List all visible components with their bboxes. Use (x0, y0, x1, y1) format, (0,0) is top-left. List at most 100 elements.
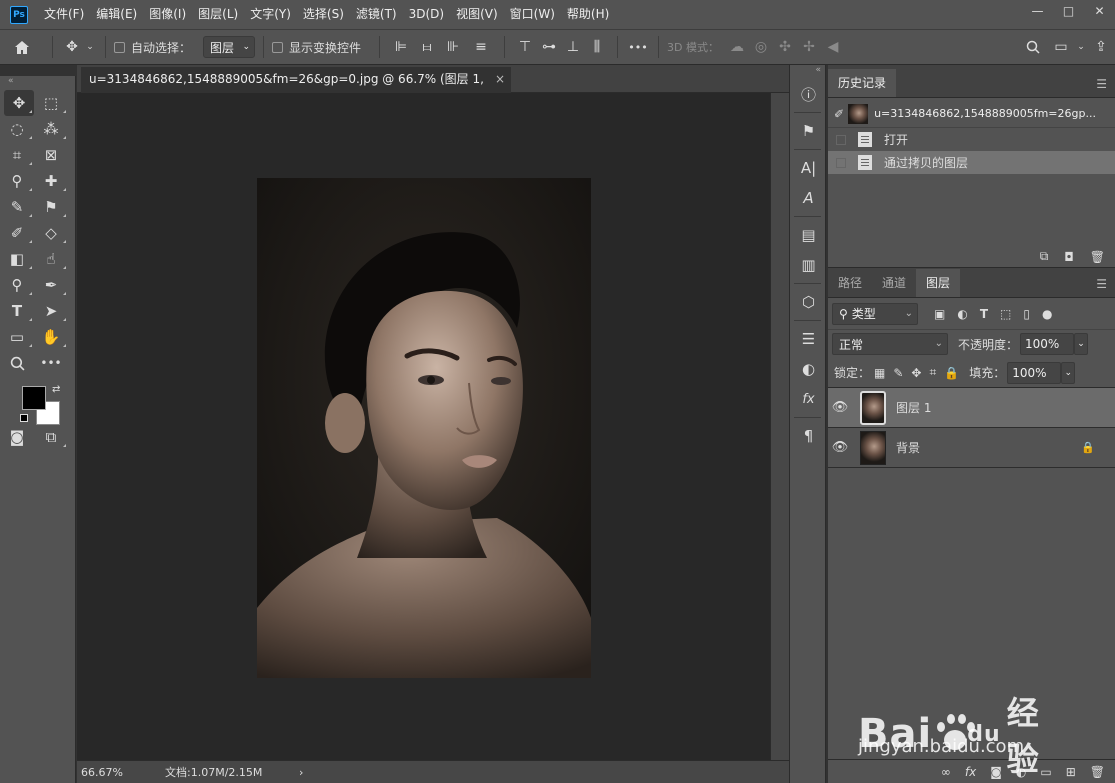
menu-edit[interactable]: 编辑(E) (90, 0, 143, 29)
layer-name[interactable]: 背景 (896, 439, 920, 456)
close-tab-icon[interactable]: × (495, 67, 505, 91)
brush-tool-icon[interactable]: ✎ (0, 194, 34, 220)
adjustments-icon[interactable]: ☰ (790, 324, 827, 354)
trash-icon[interactable]: 🗑 (1090, 765, 1105, 779)
tab-channels[interactable]: 通道 (872, 269, 916, 297)
pen-tool-icon[interactable]: ✒ (34, 272, 68, 298)
tab-layers[interactable]: 图层 (916, 269, 961, 297)
menu-select[interactable]: 选择(S) (297, 0, 350, 29)
healing-brush-icon[interactable]: ✚ (34, 168, 68, 194)
fill-dropdown[interactable]: ⌄ (1061, 361, 1076, 384)
auto-select-checkbox[interactable] (114, 41, 125, 53)
menu-3d[interactable]: 3D(D) (403, 0, 450, 29)
history-item-selected[interactable]: 通过拷贝的图层 (828, 151, 1115, 174)
magic-wand-icon[interactable]: ⁂ (34, 116, 68, 142)
panel-menu-icon[interactable]: ☰ (1096, 277, 1107, 291)
menu-file[interactable]: 文件(F) (38, 0, 90, 29)
eyedropper-icon[interactable]: ⚲ (0, 168, 34, 194)
character-icon[interactable]: A| (790, 153, 827, 183)
show-transform-checkbox[interactable] (272, 41, 284, 53)
tab-paths[interactable]: 路径 (828, 269, 872, 297)
glyphs-icon[interactable]: A (790, 183, 827, 213)
new-layer-icon[interactable]: ⊞ (1066, 765, 1076, 779)
fill-field[interactable]: 100% (1007, 361, 1062, 384)
menu-layer[interactable]: 图层(L) (192, 0, 244, 29)
home-icon[interactable] (0, 40, 44, 55)
edit-toolbar-icon[interactable]: ••• (34, 350, 68, 376)
close-window-button[interactable]: ✕ (1084, 0, 1115, 22)
new-document-from-state-icon[interactable]: ⧉ (1040, 249, 1049, 264)
frame-tool-icon[interactable]: ⊠ (34, 142, 68, 168)
align-center-icon[interactable]: ⧦ (414, 39, 440, 55)
layer-row[interactable]: 👁 图层 1 (828, 388, 1115, 428)
drag-3d-icon[interactable]: ✣ (773, 39, 797, 55)
path-selection-icon[interactable]: ➤ (34, 298, 68, 324)
vertical-scrollbar[interactable] (770, 93, 789, 760)
roll-3d-icon[interactable]: ◎ (749, 39, 773, 55)
align-left-icon[interactable]: ⊫ (388, 39, 414, 55)
gradient-tool-icon[interactable]: ◧ (0, 246, 34, 272)
paragraph-icon[interactable]: ¶ (790, 421, 827, 451)
hand-tool-icon[interactable]: ✋ (34, 324, 68, 350)
type-tool-icon[interactable]: T (0, 298, 34, 324)
distribute-icon[interactable]: ≡ (466, 39, 496, 55)
history-snapshot[interactable]: ✐ u=3134846862,1548889005fm=26gp... (828, 100, 1115, 128)
align-top-icon[interactable]: ⊤ (513, 39, 537, 55)
marquee-tool-icon[interactable]: ⬚ (34, 90, 68, 116)
eye-icon[interactable]: 👁 (828, 440, 852, 455)
menu-view[interactable]: 视图(V) (450, 0, 504, 29)
lasso-tool-icon[interactable]: ◌ (0, 116, 34, 142)
history-item[interactable]: 打开 (828, 128, 1115, 151)
move-tool-icon[interactable]: ✥ (4, 90, 34, 116)
opacity-dropdown[interactable]: ⌄ (1074, 333, 1089, 355)
swap-colors-icon[interactable]: ⇄ (52, 384, 60, 395)
search-icon[interactable] (1019, 40, 1047, 54)
menu-image[interactable]: 图像(I) (143, 0, 192, 29)
eye-icon[interactable]: 👁 (828, 400, 852, 415)
clone-stamp-icon[interactable]: ⚑ (34, 194, 68, 220)
layer-row[interactable]: 👁 背景 🔒 (828, 428, 1115, 468)
dock-collapse-icon[interactable]: « (790, 65, 825, 79)
zoom-tool-icon[interactable] (0, 350, 34, 376)
history-brush-icon[interactable]: ✐ (0, 220, 34, 246)
foreground-color-swatch[interactable] (22, 386, 46, 410)
layer-filter-dropdown[interactable]: ⚲ 类型 ⌄ (832, 302, 918, 325)
camera-3d-icon[interactable]: ◀ (821, 39, 845, 55)
dodge-tool-icon[interactable]: ⚲ (0, 272, 34, 298)
slide-3d-icon[interactable]: ✢ (797, 39, 821, 55)
blend-mode-dropdown[interactable]: 正常 ⌄ (832, 333, 948, 355)
menu-type[interactable]: 文字(Y) (244, 0, 297, 29)
filter-shape-icon[interactable]: ⬚ (1000, 307, 1011, 321)
default-colors-icon[interactable] (20, 414, 28, 422)
camera-icon[interactable]: ◘ (1064, 250, 1074, 264)
screen-mode-icon[interactable]: ⧉ (34, 424, 68, 450)
minimize-button[interactable]: — (1022, 0, 1053, 22)
smudge-tool-icon[interactable]: ☝ (34, 246, 68, 272)
lock-transparent-icon[interactable]: ▦ (874, 366, 885, 380)
align-right-icon[interactable]: ⊪ (440, 39, 466, 55)
chevron-down-icon[interactable]: ⌄ (1075, 42, 1087, 52)
auto-select-dropdown[interactable]: 图层 ⌄ (203, 36, 256, 58)
status-menu-arrow[interactable]: › (299, 766, 303, 779)
rectangle-tool-icon[interactable]: ▭ (0, 324, 34, 350)
tab-history[interactable]: 历史记录 (828, 69, 897, 97)
align-middle-icon[interactable]: ⊶ (537, 39, 561, 55)
document-tab[interactable]: u=3134846862,1548889005&fm=26&gp=0.jpg @… (81, 67, 511, 110)
info-icon[interactable]: ⓘ (790, 79, 827, 109)
distribute-vertical-icon[interactable]: ⫼ (585, 39, 609, 55)
styles-icon[interactable]: fx (790, 384, 827, 414)
color-icon[interactable]: ◐ (790, 354, 827, 384)
zoom-level[interactable]: 66.67% (81, 766, 141, 779)
panel-menu-icon[interactable]: ☰ (1096, 77, 1107, 91)
filter-toggle-icon[interactable]: ● (1042, 307, 1052, 321)
chevron-down-icon[interactable]: ⌄ (83, 42, 97, 52)
toolbox-collapse-icon[interactable]: « (0, 76, 75, 90)
opacity-field[interactable]: 100% (1020, 333, 1075, 355)
clone-source-icon[interactable]: ⚑ (790, 116, 827, 146)
notes-icon[interactable]: ▥ (790, 250, 827, 280)
align-bottom-icon[interactable]: ⊥ (561, 39, 585, 55)
eraser-icon[interactable]: ◇ (34, 220, 68, 246)
quick-mask-icon[interactable]: ◙ (0, 424, 34, 450)
workspace-icon[interactable]: ▭ (1047, 39, 1075, 55)
filter-smart-object-icon[interactable]: ▯ (1023, 307, 1030, 321)
